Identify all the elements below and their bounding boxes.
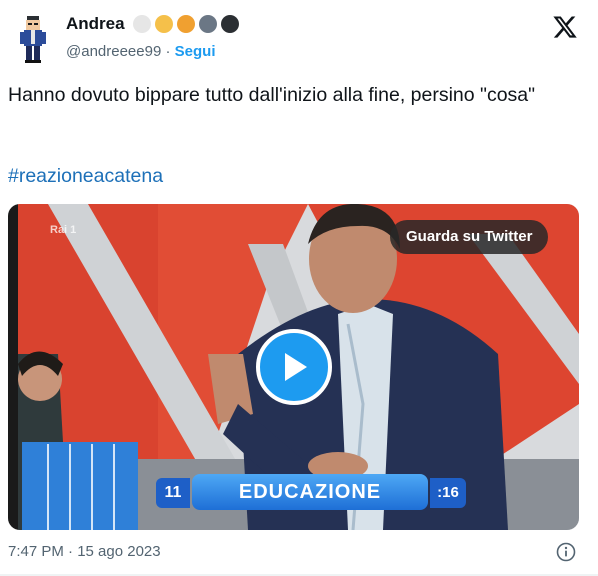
author-badges	[132, 15, 239, 33]
avatar[interactable]	[18, 14, 48, 64]
video-player[interactable]: Rai 1 Guarda su Twitter 11 EDUCAZIONE :1…	[8, 204, 579, 530]
badge-dot	[132, 15, 151, 33]
author-handle[interactable]: @andreeee99	[66, 43, 161, 60]
badge-dot	[176, 15, 195, 33]
tweet-text: Hanno dovuto bippare tutto dall'inizio a…	[8, 84, 536, 106]
tweet-card: Andrea @andreeee99 · Segui Hanno dovuto …	[0, 0, 598, 576]
game-banner-number: 11	[156, 478, 190, 508]
hashtag-link[interactable]: #reazioneacatena	[8, 165, 163, 188]
separator: ·	[165, 43, 171, 60]
author-name-row: Andrea	[66, 14, 239, 34]
x-logo-icon[interactable]	[552, 14, 578, 40]
tweet-timestamp[interactable]: 7:47 PM · 15 ago 2023	[8, 543, 161, 560]
play-button[interactable]	[256, 329, 332, 405]
info-icon[interactable]	[556, 542, 576, 562]
badge-dot	[220, 15, 239, 33]
author-name[interactable]: Andrea	[66, 14, 125, 34]
follow-button[interactable]: Segui	[175, 43, 216, 60]
badge-dot	[154, 15, 173, 33]
game-banner-word: EDUCAZIONE	[192, 474, 428, 510]
watch-on-twitter-button[interactable]: Guarda su Twitter	[390, 220, 549, 254]
play-icon	[285, 353, 307, 381]
game-banner-time: :16	[430, 478, 466, 508]
badge-dot	[198, 15, 217, 33]
channel-logo: Rai 1	[50, 224, 77, 236]
handle-row: @andreeee99 · Segui	[66, 43, 216, 60]
